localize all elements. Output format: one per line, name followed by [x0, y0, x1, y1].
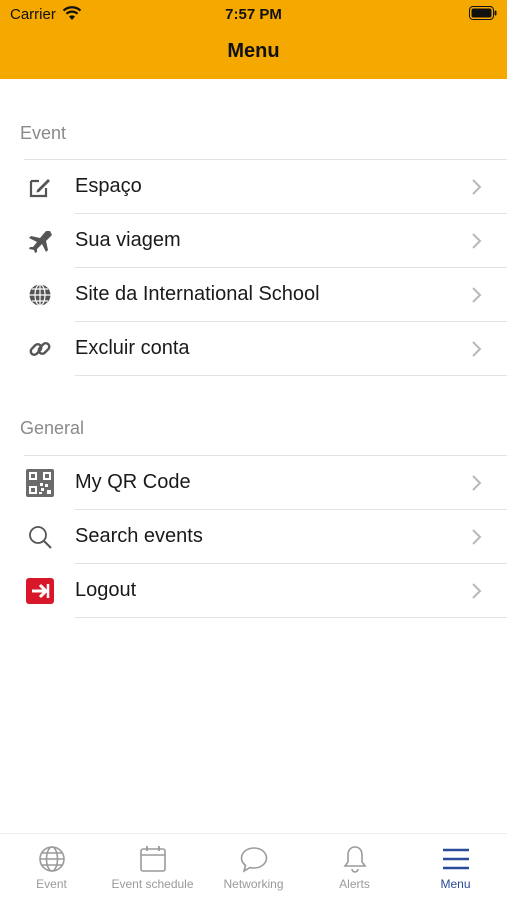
tab-label: Alerts	[339, 877, 370, 891]
menu-item-label: Espaço	[75, 175, 142, 197]
globe-icon	[37, 844, 67, 874]
tab-event-schedule[interactable]: Event schedule	[102, 834, 203, 900]
tab-bar: Event Event schedule Networking Alerts M…	[0, 833, 507, 900]
menu-item-label: Site da International School	[75, 283, 320, 305]
menu-item-label: Logout	[75, 579, 137, 601]
chevron-right-icon	[471, 285, 483, 305]
tab-label: Event	[36, 877, 67, 891]
menu-item-site-international-school[interactable]: Site da International School	[0, 268, 507, 322]
menu-item-label: Sua viagem	[75, 229, 181, 251]
menu-item-label: Search events	[75, 525, 203, 547]
page-title: Menu	[227, 40, 280, 62]
chevron-right-icon	[471, 177, 483, 197]
status-time: 7:57 PM	[225, 6, 282, 23]
chevron-right-icon	[471, 581, 483, 601]
menu-item-label: My QR Code	[75, 471, 191, 493]
section-header-event: Event	[20, 123, 67, 143]
tab-label: Event schedule	[111, 877, 194, 891]
chevron-right-icon	[471, 231, 483, 251]
tab-menu[interactable]: Menu	[405, 834, 506, 900]
menu-item-sua-viagem[interactable]: Sua viagem	[0, 214, 507, 268]
chevron-right-icon	[471, 473, 483, 493]
menu-item-excluir-conta[interactable]: Excluir conta	[0, 322, 507, 376]
menu-item-my-qr-code[interactable]: My QR Code	[0, 456, 507, 510]
menu-item-label: Excluir conta	[75, 337, 190, 359]
chat-bubble-icon	[239, 844, 269, 874]
tab-alerts[interactable]: Alerts	[304, 834, 405, 900]
qr-code-icon	[26, 469, 54, 497]
bell-icon	[340, 844, 370, 874]
menu-item-espaco[interactable]: Espaço	[0, 160, 507, 214]
chevron-right-icon	[471, 527, 483, 547]
tab-label: Menu	[440, 877, 471, 891]
link-icon	[26, 335, 54, 363]
logout-icon	[26, 577, 54, 605]
battery-icon	[469, 6, 497, 24]
header-bar: Carrier 7:57 PM Menu	[0, 0, 507, 79]
edit-icon	[26, 173, 54, 201]
section-header-general: General	[20, 418, 85, 438]
divider	[75, 617, 507, 618]
globe-icon	[26, 281, 54, 309]
tab-networking[interactable]: Networking	[203, 834, 304, 900]
menu-item-search-events[interactable]: Search events	[0, 510, 507, 564]
calendar-icon	[138, 844, 168, 874]
tab-label: Networking	[223, 877, 284, 891]
chevron-right-icon	[471, 339, 483, 359]
search-icon	[26, 523, 54, 551]
menu-item-logout[interactable]: Logout	[0, 564, 507, 618]
divider	[75, 375, 507, 376]
airplane-icon	[26, 227, 54, 255]
tab-event[interactable]: Event	[1, 834, 102, 900]
status-bar: Carrier 7:57 PM	[0, 0, 507, 28]
hamburger-icon	[441, 844, 471, 874]
